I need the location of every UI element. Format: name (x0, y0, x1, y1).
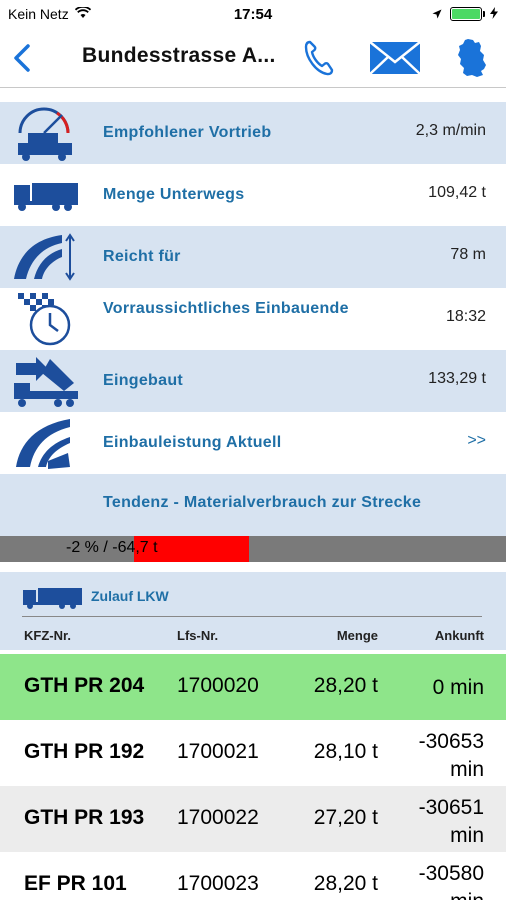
page-title: Bundesstrasse A... (82, 44, 276, 67)
info-row-einbauende: Vorraussichtliches Einbauende 18:32 (0, 288, 506, 350)
zulauf-title: Zulauf LKW (91, 588, 169, 604)
cell-ankunft: -30651 min (418, 796, 484, 847)
road-paving-icon (12, 413, 82, 473)
info-label: Menge Unterwegs (103, 186, 245, 203)
location-arrow-icon (432, 6, 442, 22)
cell-lfs: 1700021 (177, 740, 259, 763)
zulauf-header: Zulauf LKW KFZ-Nr. Lfs-Nr. Menge Ankunft (0, 572, 506, 650)
column-header-menge: Menge (336, 628, 378, 643)
divider (22, 616, 482, 617)
info-row-einbauleistung[interactable]: Einbauleistung Aktuell >> (0, 412, 506, 474)
cell-menge: 28,10 t (313, 740, 378, 763)
column-header-ankunft: Ankunft (434, 628, 484, 643)
info-label: Vorraussichtliches Einbauende (103, 300, 349, 317)
column-header-kfz: KFZ-Nr. (24, 628, 71, 643)
cell-kfz: GTH PR 193 (24, 806, 145, 829)
info-row-reicht-fuer: Reicht für 78 m (0, 226, 506, 288)
cell-menge: 27,20 t (313, 806, 378, 829)
phone-icon[interactable] (300, 38, 336, 83)
cell-kfz: GTH PR 192 (24, 740, 145, 763)
speedometer-paver-icon (12, 103, 82, 163)
tendenz-label: Tendenz - Materialverbrauch zur Strecke (103, 494, 422, 511)
tendenz-bar: -2 % / -64,7 t (0, 536, 506, 562)
detail-link[interactable]: >> (467, 432, 486, 450)
cell-kfz: EF PR 101 (24, 872, 127, 895)
info-label: Reicht für (103, 248, 181, 265)
cell-ankunft: -30580 min (418, 862, 484, 900)
road-distance-icon (12, 227, 82, 287)
truck-icon (22, 584, 84, 615)
info-label: Eingebaut (103, 372, 184, 389)
info-value: 18:32 (445, 308, 486, 325)
info-value: 78 m (450, 246, 486, 263)
tendenz-value: -2 % / -64,7 t (66, 539, 158, 556)
info-row-menge-unterwegs: Menge Unterwegs 109,42 t (0, 164, 506, 226)
info-value: 2,3 m/min (415, 122, 486, 139)
truck-list: GTH PR 204 1700020 28,20 t 0 min GTH PR … (0, 654, 506, 900)
mail-icon[interactable] (368, 40, 422, 81)
table-row[interactable]: GTH PR 204 1700020 28,20 t 0 min (0, 654, 506, 720)
back-chevron-icon[interactable] (10, 40, 38, 76)
nav-bar: Bundesstrasse A... (0, 30, 506, 88)
column-header-lfs: Lfs-Nr. (177, 628, 219, 643)
cell-lfs: 1700023 (177, 872, 259, 895)
tendenz-header: Tendenz - Materialverbrauch zur Strecke (0, 474, 506, 536)
truck-icon (12, 165, 82, 225)
cell-menge: 28,20 t (313, 872, 378, 895)
battery-icon (450, 7, 485, 21)
info-row-vortrieb: Empfohlener Vortrieb 2,3 m/min (0, 102, 506, 164)
cell-lfs: 1700020 (177, 674, 259, 697)
info-label: Einbauleistung Aktuell (103, 434, 282, 451)
clock-flag-icon (12, 289, 82, 349)
info-value: 109,42 t (428, 184, 486, 201)
status-bar: Kein Netz 17:54 (0, 0, 506, 30)
info-value: 133,29 t (428, 370, 486, 387)
charging-icon (490, 6, 498, 22)
table-row[interactable]: GTH PR 193 1700022 27,20 t -30651 min (0, 786, 506, 852)
cell-menge: 28,20 t (313, 674, 378, 697)
cell-ankunft: 0 min (432, 676, 484, 699)
table-row[interactable]: EF PR 101 1700023 28,20 t -30580 min (0, 852, 506, 900)
status-time: 17:54 (233, 6, 273, 23)
dump-truck-icon (12, 351, 82, 411)
info-list: Empfohlener Vortrieb 2,3 m/min Menge Unt… (0, 102, 506, 536)
table-row[interactable]: GTH PR 192 1700021 28,10 t -30653 min (0, 720, 506, 786)
cell-ankunft: -30653 min (418, 730, 484, 781)
cell-kfz: GTH PR 204 (24, 674, 145, 697)
info-label: Empfohlener Vortrieb (103, 124, 272, 141)
info-row-eingebaut: Eingebaut 133,29 t (0, 350, 506, 412)
cell-lfs: 1700022 (177, 806, 259, 829)
germany-map-icon[interactable] (456, 38, 488, 83)
